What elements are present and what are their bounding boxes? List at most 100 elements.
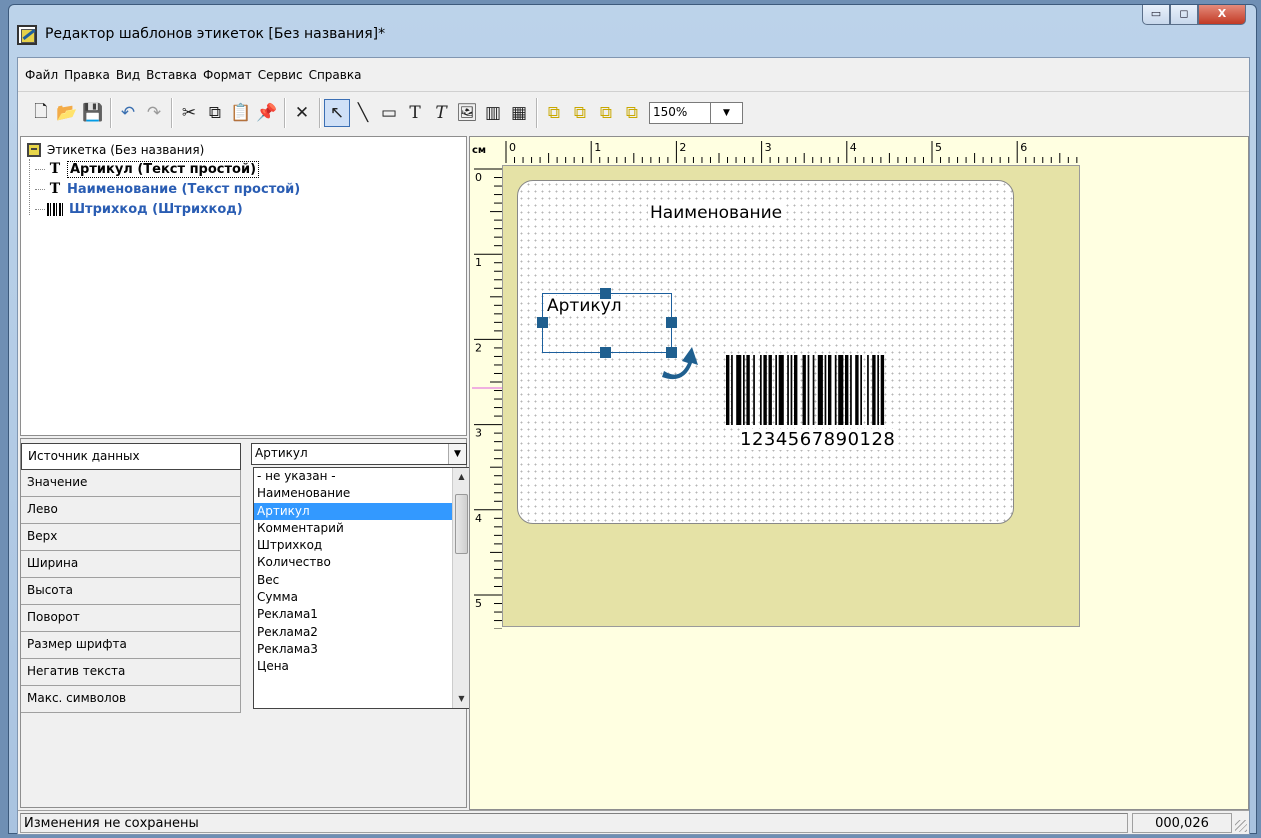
menu-bar: Файл Правка Вид Вставка Формат Сервис Сп… [18, 58, 1249, 92]
new-document-button[interactable]: 🗋 [28, 99, 54, 127]
tree-root[interactable]: Этикетка (Без названия) [27, 141, 460, 159]
chevron-down-icon[interactable]: ▼ [448, 444, 466, 464]
tree-item-name[interactable]: T Наименование (Текст простой) [27, 179, 460, 199]
menu-insert[interactable]: Вставка [143, 68, 200, 82]
prop-height[interactable]: Высота [21, 578, 241, 605]
resize-handle[interactable] [600, 347, 611, 358]
barcode-bar [855, 355, 859, 425]
prop-rotation[interactable]: Поворот [21, 605, 241, 632]
menu-help[interactable]: Справка [306, 68, 365, 82]
label-template[interactable]: Наименование Артикул 1234567890128 [517, 180, 1014, 524]
paste-special-button[interactable]: 📌 [254, 99, 280, 127]
menu-view[interactable]: Вид [113, 68, 143, 82]
prop-data-source[interactable]: Источник данных [21, 443, 241, 470]
draw-tools: ↖ ╲ ▭ T 𝑇 🖼 ▥ ▦ [319, 98, 536, 128]
data-source-value: Артикул [255, 446, 308, 460]
line-tool-button[interactable]: ╲ [350, 99, 376, 127]
tree-item-barcode[interactable]: Штрихкод (Штрихкод) [27, 199, 460, 219]
send-to-back-button[interactable]: ⧉ [567, 99, 593, 127]
menu-file[interactable]: Файл [22, 68, 61, 82]
resize-handle[interactable] [666, 317, 677, 328]
redo-button[interactable]: ↷ [141, 99, 167, 127]
text-tool-button[interactable]: T [402, 99, 428, 127]
name-field[interactable]: Наименование [648, 203, 785, 223]
save-icon: 💾 [82, 103, 104, 123]
label-icon [27, 143, 41, 157]
menu-service[interactable]: Сервис [255, 68, 306, 82]
maximize-button[interactable]: ◻ [1170, 5, 1198, 25]
design-canvas[interactable]: см 0123456 012345 Наименование Артикул 1… [469, 136, 1249, 810]
save-button[interactable]: 💾 [80, 99, 106, 127]
line-icon: ╲ [357, 103, 369, 123]
barcode-bar [746, 355, 750, 425]
prop-top[interactable]: Верх [21, 524, 241, 551]
prop-left[interactable]: Лево [21, 497, 241, 524]
rotate-handle-icon[interactable] [658, 341, 702, 383]
copy-button[interactable]: ⧉ [202, 99, 228, 127]
dropdown-option[interactable]: Цена [254, 658, 452, 675]
barcode-bar [753, 355, 755, 425]
article-field-selected[interactable]: Артикул [542, 293, 672, 353]
send-backward-button[interactable]: ⧉ [619, 99, 645, 127]
paste-button[interactable]: 📋 [228, 99, 254, 127]
scroll-up-icon[interactable]: ▲ [453, 468, 470, 486]
tree-branch [35, 208, 45, 210]
ruler-label: 2 [475, 341, 482, 354]
dropdown-option[interactable]: - не указан - [254, 468, 452, 485]
barcode-field[interactable] [726, 355, 940, 433]
tree-item-article[interactable]: T Артикул (Текст простой) [27, 159, 460, 179]
dropdown-option[interactable]: Реклама3 [254, 641, 452, 658]
dropdown-option[interactable]: Количество [254, 554, 452, 571]
cut-button[interactable]: ✂ [176, 99, 202, 127]
prop-negative-text[interactable]: Негатив текста [21, 659, 241, 686]
barcode-tool-button[interactable]: ▥ [480, 99, 506, 127]
prop-width[interactable]: Ширина [21, 551, 241, 578]
undo-icon: ↶ [120, 103, 136, 123]
zoom-value[interactable]: 150% [649, 102, 711, 124]
dropdown-option[interactable]: Реклама1 [254, 606, 452, 623]
menu-edit[interactable]: Правка [61, 68, 113, 82]
bring-forward-button[interactable]: ⧉ [593, 99, 619, 127]
resize-grip-icon[interactable] [1235, 820, 1247, 832]
label-editor-icon [17, 25, 37, 45]
zoom-select[interactable]: 150% ▼ [649, 102, 743, 124]
data-source-dropdown[interactable]: - не указан - Наименование Артикул Комме… [253, 467, 471, 709]
image-tool-button[interactable]: 🖼 [454, 99, 480, 127]
resize-handle[interactable] [537, 317, 548, 328]
resize-handle[interactable] [600, 288, 611, 299]
prop-font-size[interactable]: Размер шрифта [21, 632, 241, 659]
open-button[interactable]: 📂 [54, 99, 80, 127]
dropdown-option-selected[interactable]: Артикул [254, 502, 452, 520]
dropdown-option[interactable]: Сумма [254, 589, 452, 606]
barcode-bar [812, 355, 815, 425]
rectangle-tool-button[interactable]: ▭ [376, 99, 402, 127]
dropdown-option[interactable]: Реклама2 [254, 624, 452, 641]
minimize-button[interactable]: ▭ [1142, 5, 1170, 25]
file-tools: 🗋 📂 💾 [24, 98, 110, 128]
menu-format[interactable]: Формат [200, 68, 255, 82]
toolbar: 🗋 📂 💾 ↶ ↷ ✂ ⧉ 📋 📌 ✕ ↖ ╲ ▭ T 𝑇 🖼 ▥ ▦ ⧉ ⧉ … [18, 94, 1249, 132]
dropdown-option[interactable]: Наименование [254, 485, 452, 502]
dropdown-option[interactable]: Штрихкод [254, 537, 452, 554]
tree-item-label: Штрихкод (Штрихкод) [69, 201, 243, 217]
scroll-thumb[interactable] [455, 494, 468, 554]
chevron-down-icon[interactable]: ▼ [711, 102, 743, 124]
barcode-2d-tool-button[interactable]: ▦ [506, 99, 532, 127]
ruler-label: 0 [509, 141, 516, 154]
dropdown-option[interactable]: Комментарий [254, 520, 452, 537]
pointer-tool-button[interactable]: ↖ [324, 99, 350, 127]
dropdown-scrollbar[interactable]: ▲ ▼ [452, 468, 470, 708]
undo-button[interactable]: ↶ [115, 99, 141, 127]
italic-text-tool-button[interactable]: 𝑇 [428, 99, 454, 127]
dropdown-option[interactable]: Вес [254, 572, 452, 589]
object-tree[interactable]: Этикетка (Без названия) T Артикул (Текст… [20, 136, 467, 436]
bring-to-front-button[interactable]: ⧉ [541, 99, 567, 127]
close-button[interactable]: X [1198, 5, 1246, 25]
prop-value[interactable]: Значение [21, 470, 241, 497]
client-area: Файл Правка Вид Вставка Формат Сервис Сп… [17, 57, 1250, 835]
prop-max-chars[interactable]: Макс. символов [21, 686, 241, 713]
title-bar[interactable]: Редактор шаблонов этикеток [Без названия… [9, 5, 1256, 57]
scroll-down-icon[interactable]: ▼ [453, 690, 470, 708]
data-source-select[interactable]: Артикул ▼ [251, 443, 467, 465]
delete-button[interactable]: ✕ [289, 99, 315, 127]
